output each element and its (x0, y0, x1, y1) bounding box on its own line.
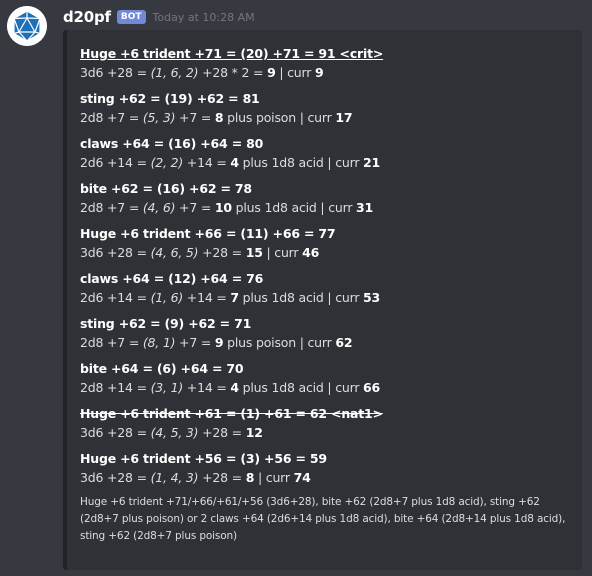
roll-title: claws +64 = (16) +64 = 80 (80, 136, 264, 151)
roll-detail: 3d6 +28 = (1, 4, 3) +28 = 8 | curr 74 (80, 468, 572, 488)
roll-title: bite +64 = (6) +64 = 70 (80, 361, 244, 376)
avatar[interactable] (7, 6, 47, 46)
roll-dice: 2d8 +7 = (80, 110, 143, 125)
roll-extra: plus 1d8 acid | curr (238, 290, 364, 305)
roll-detail: 3d6 +28 = (1, 6, 2) +28 * 2 = 9 | curr 9 (80, 63, 572, 83)
embed: Huge +6 trident +71 = (20) +71 = 91 <cri… (63, 30, 582, 570)
roll-values: (1, 6, 2) (150, 65, 199, 80)
roll-values: (3, 1) (150, 380, 184, 395)
roll-entry: Huge +6 trident +61 = (1) +61 = 62 <nat1… (80, 404, 572, 443)
roll-list: Huge +6 trident +71 = (20) +71 = 91 <cri… (80, 44, 572, 488)
roll-title: Huge +6 trident +56 = (3) +56 = 59 (80, 451, 327, 466)
roll-current-total: 66 (363, 380, 381, 395)
roll-current-total: 31 (356, 200, 374, 215)
roll-entry: claws +64 = (16) +64 = 80 2d6 +14 = (2, 2… (80, 134, 572, 173)
roll-extra: plus poison | curr (223, 335, 336, 350)
roll-result: 4 (230, 380, 239, 395)
roll-entry: bite +64 = (6) +64 = 70 2d8 +14 = (3, 1) … (80, 359, 572, 398)
roll-values: (4, 5, 3) (150, 425, 199, 440)
roll-result: 7 (230, 290, 239, 305)
roll-dice: 3d6 +28 = (80, 425, 151, 440)
roll-result: 15 (245, 245, 263, 260)
roll-dice: 3d6 +28 = (80, 470, 151, 485)
roll-title: bite +62 = (16) +62 = 78 (80, 181, 252, 196)
roll-current-total: 21 (363, 155, 381, 170)
roll-values: (2, 2) (150, 155, 184, 170)
roll-dice: 2d8 +7 = (80, 200, 143, 215)
roll-current-total: 17 (335, 110, 353, 125)
roll-current-total: 9 (314, 65, 324, 80)
roll-extra: plus 1d8 acid | curr (238, 380, 364, 395)
roll-entry: Huge +6 trident +66 = (11) +66 = 77 3d6 +… (80, 224, 572, 263)
d20-icon (7, 6, 47, 46)
roll-result: 8 (245, 470, 255, 485)
roll-extra: | curr (254, 470, 294, 485)
roll-modifier: +7 = (175, 110, 215, 125)
roll-modifier: +28 * 2 = (198, 65, 268, 80)
roll-detail: 3d6 +28 = (4, 5, 3) +28 = 12 (80, 423, 572, 443)
roll-entry: sting +62 = (9) +62 = 71 2d8 +7 = (8, 1) … (80, 314, 572, 353)
roll-modifier: +28 = (198, 470, 246, 485)
roll-modifier: +28 = (198, 425, 246, 440)
roll-dice: 2d8 +7 = (80, 335, 143, 350)
username[interactable]: d20pf (63, 8, 111, 26)
roll-values: (1, 6) (150, 290, 184, 305)
roll-modifier: +7 = (175, 200, 215, 215)
roll-current-total: 74 (293, 470, 311, 485)
roll-dice: 3d6 +28 = (80, 65, 151, 80)
roll-entry: Huge +6 trident +71 = (20) +71 = 91 <cri… (80, 44, 572, 83)
roll-dice: 2d6 +14 = (80, 155, 151, 170)
roll-current-total: 62 (335, 335, 353, 350)
roll-title: Huge +6 trident +61 = (1) +61 = 62 <nat1… (80, 406, 383, 421)
roll-entry: Huge +6 trident +56 = (3) +56 = 59 3d6 +2… (80, 449, 572, 488)
roll-extra: | curr (262, 245, 303, 260)
roll-detail: 2d8 +7 = (8, 1) +7 = 9 plus poison | cur… (80, 333, 572, 353)
roll-values: (4, 6) (142, 200, 176, 215)
roll-values: (8, 1) (142, 335, 176, 350)
roll-extra: plus poison | curr (223, 110, 336, 125)
roll-detail: 2d8 +7 = (4, 6) +7 = 10 plus 1d8 acid | … (80, 198, 572, 218)
roll-entry: bite +62 = (16) +62 = 78 2d8 +7 = (4, 6) … (80, 179, 572, 218)
roll-entry: claws +64 = (12) +64 = 76 2d6 +14 = (1, 6… (80, 269, 572, 308)
roll-values: (5, 3) (142, 110, 176, 125)
roll-detail: 3d6 +28 = (4, 6, 5) +28 = 15 | curr 46 (80, 243, 572, 263)
roll-modifier: +14 = (183, 290, 231, 305)
timestamp[interactable]: Today at 10:28 AM (153, 11, 255, 24)
roll-detail: 2d8 +7 = (5, 3) +7 = 8 plus poison | cur… (80, 108, 572, 128)
roll-extra: plus 1d8 acid | curr (231, 200, 357, 215)
roll-title: Huge +6 trident +66 = (11) +66 = 77 (80, 226, 336, 241)
roll-dice: 2d6 +14 = (80, 290, 151, 305)
roll-values: (1, 4, 3) (150, 470, 199, 485)
bot-tag: BOT (116, 10, 146, 24)
roll-modifier: +14 = (183, 155, 231, 170)
roll-title: claws +64 = (12) +64 = 76 (80, 271, 264, 286)
roll-values: (4, 6, 5) (150, 245, 199, 260)
roll-title: Huge +6 trident +71 = (20) +71 = 91 <cri… (80, 46, 384, 61)
roll-result: 4 (230, 155, 239, 170)
roll-current-total: 53 (363, 290, 381, 305)
roll-result: 10 (214, 200, 232, 215)
roll-modifier: +7 = (175, 335, 215, 350)
roll-dice: 3d6 +28 = (80, 245, 151, 260)
roll-modifier: +14 = (183, 380, 231, 395)
roll-extra: | curr (275, 65, 315, 80)
attack-summary: Huge +6 trident +71/+66/+61/+56 (3d6+28)… (80, 496, 566, 542)
message-header: d20pf BOT Today at 10:28 AM (63, 6, 255, 28)
roll-dice: 2d8 +14 = (80, 380, 151, 395)
roll-result: 12 (245, 425, 263, 440)
roll-entry: sting +62 = (19) +62 = 81 2d8 +7 = (5, 3)… (80, 89, 572, 128)
roll-detail: 2d8 +14 = (3, 1) +14 = 4 plus 1d8 acid |… (80, 378, 572, 398)
roll-result: 9 (267, 65, 276, 80)
roll-detail: 2d6 +14 = (2, 2) +14 = 4 plus 1d8 acid |… (80, 153, 572, 173)
roll-current-total: 46 (302, 245, 320, 260)
roll-title: sting +62 = (19) +62 = 81 (80, 91, 260, 106)
roll-modifier: +28 = (198, 245, 246, 260)
roll-title: sting +62 = (9) +62 = 71 (80, 316, 252, 331)
roll-extra: plus 1d8 acid | curr (238, 155, 364, 170)
roll-detail: 2d6 +14 = (1, 6) +14 = 7 plus 1d8 acid |… (80, 288, 572, 308)
